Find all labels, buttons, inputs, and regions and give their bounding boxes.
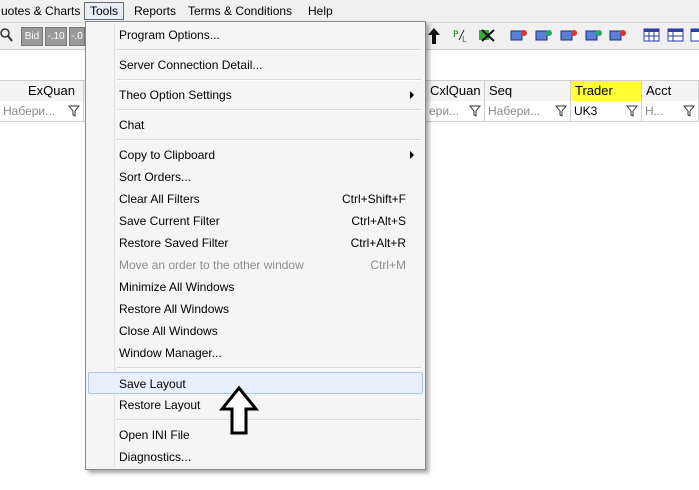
- grid-view-1-icon[interactable]: [643, 27, 661, 43]
- column-trader[interactable]: Trader: [571, 81, 642, 101]
- bid-button[interactable]: Bid: [21, 27, 43, 46]
- filter-exquan-text: Набери...: [3, 104, 56, 118]
- cancel-orders-icon[interactable]: [478, 27, 496, 43]
- magnifier-icon[interactable]: [0, 27, 18, 43]
- menu-item-shortcut: Ctrl+Shift+F: [341, 192, 406, 206]
- submenu-arrow-icon: [410, 151, 414, 159]
- menu-item-shortcut: Ctrl+Alt+S: [351, 214, 406, 228]
- menu-item-label: Restore Saved Filter: [119, 236, 229, 250]
- menu-separator: [117, 109, 421, 111]
- menu-reports[interactable]: Reports: [129, 3, 181, 19]
- menu-item-program-options[interactable]: Program Options...: [88, 24, 423, 46]
- menu-item-diagnostics[interactable]: Diagnostics...: [88, 446, 423, 468]
- menu-item-label: Program Options...: [119, 28, 220, 42]
- minus-10-button[interactable]: -.10: [45, 27, 67, 46]
- menu-item-shortcut: Ctrl+M: [370, 258, 406, 272]
- filter-seq-text: Набери...: [488, 104, 541, 118]
- filter-seq[interactable]: Набери...: [485, 101, 571, 121]
- funnel-icon[interactable]: [554, 103, 568, 118]
- svg-text:L: L: [462, 35, 467, 43]
- menu-separator: [117, 139, 421, 141]
- menu-terms-conditions[interactable]: Terms & Conditions: [183, 3, 297, 19]
- filter-acct[interactable]: Н...: [642, 101, 699, 121]
- minus-05-button[interactable]: -.0: [69, 27, 85, 46]
- filter-cxlquan[interactable]: ери...: [426, 101, 485, 121]
- menu-item-minimize-all-windows[interactable]: Minimize All Windows: [88, 276, 423, 298]
- filter-exquan[interactable]: Набери...: [0, 101, 84, 121]
- funnel-icon[interactable]: [468, 103, 482, 118]
- menu-item-close-all-windows[interactable]: Close All Windows: [88, 320, 423, 342]
- menu-separator: [117, 79, 421, 81]
- funnel-icon[interactable]: [682, 103, 696, 118]
- menu-bar: uotes & Charts Tools Reports Terms & Con…: [0, 0, 699, 23]
- menu-item-label: Copy to Clipboard: [119, 148, 216, 162]
- menu-item-label: Diagnostics...: [119, 450, 192, 464]
- menu-item-label: Chat: [119, 118, 145, 132]
- menu-item-label: Move an order to the other window: [119, 258, 304, 272]
- funnel-icon[interactable]: [67, 103, 81, 118]
- menu-item-label: Restore All Windows: [119, 302, 230, 316]
- menu-separator: [117, 419, 421, 421]
- order-tool-4-icon[interactable]: [585, 27, 603, 43]
- grid-view-3-icon[interactable]: [690, 27, 699, 43]
- up-arrow-annotation-icon: [219, 385, 259, 435]
- menu-item-label: Server Connection Detail...: [119, 58, 263, 72]
- submenu-arrow-icon: [410, 91, 414, 99]
- filter-trader-text: UK3: [574, 104, 598, 118]
- menu-item-restore-all-windows[interactable]: Restore All Windows: [88, 298, 423, 320]
- menu-item-window-manager[interactable]: Window Manager...: [88, 342, 423, 364]
- menu-item-clear-all-filters[interactable]: Clear All Filters Ctrl+Shift+F: [88, 188, 423, 210]
- menu-quotes-charts[interactable]: uotes & Charts: [0, 3, 85, 19]
- menu-item-label: Restore Layout: [119, 398, 201, 412]
- menu-item-label: Minimize All Windows: [119, 280, 235, 294]
- menu-item-label: Sort Orders...: [119, 170, 192, 184]
- order-tool-1-icon[interactable]: [510, 27, 528, 43]
- menu-tools[interactable]: Tools: [84, 2, 125, 20]
- menu-item-save-current-filter[interactable]: Save Current Filter Ctrl+Alt+S: [88, 210, 423, 232]
- menu-item-label: Save Current Filter: [119, 214, 220, 228]
- order-tool-3-icon[interactable]: [560, 27, 578, 43]
- menu-item-move-order: Move an order to the other window Ctrl+M: [88, 254, 423, 276]
- menu-item-sort-orders[interactable]: Sort Orders...: [88, 166, 423, 188]
- grid-view-2-icon[interactable]: [667, 27, 685, 43]
- column-cxlquan[interactable]: CxlQuan: [426, 81, 485, 101]
- filter-trader[interactable]: UK3: [571, 101, 642, 121]
- column-acct[interactable]: Acct: [642, 81, 699, 101]
- menu-help[interactable]: Help: [303, 3, 338, 19]
- pl-icon[interactable]: PL: [452, 27, 470, 43]
- menu-item-label: Theo Option Settings: [119, 88, 232, 102]
- filter-acct-text: Н...: [645, 104, 664, 118]
- menu-item-theo-option-settings[interactable]: Theo Option Settings: [88, 84, 423, 106]
- menu-separator: [117, 49, 421, 51]
- menu-item-label: Clear All Filters: [119, 192, 200, 206]
- menu-item-server-connection-detail[interactable]: Server Connection Detail...: [88, 54, 423, 76]
- menu-item-label: Open INI File: [119, 428, 190, 442]
- svg-text:P: P: [453, 30, 459, 40]
- column-exquan[interactable]: ExQuan: [0, 81, 84, 101]
- menu-item-shortcut: Ctrl+Alt+R: [350, 236, 406, 250]
- funnel-icon[interactable]: [625, 103, 639, 118]
- order-tool-5-icon[interactable]: [609, 27, 627, 43]
- menu-item-label: Window Manager...: [119, 346, 222, 360]
- menu-item-label: Close All Windows: [119, 324, 218, 338]
- column-seq[interactable]: Seq: [485, 81, 571, 101]
- menu-item-restore-saved-filter[interactable]: Restore Saved Filter Ctrl+Alt+R: [88, 232, 423, 254]
- up-arrow-icon[interactable]: [427, 27, 445, 44]
- filter-cxlquan-text: ери...: [429, 104, 460, 118]
- menu-item-label: Save Layout: [119, 377, 186, 391]
- order-tool-2-icon[interactable]: [535, 27, 553, 43]
- menu-item-chat[interactable]: Chat: [88, 114, 423, 136]
- menu-separator: [117, 367, 421, 369]
- menu-item-copy-to-clipboard[interactable]: Copy to Clipboard: [88, 144, 423, 166]
